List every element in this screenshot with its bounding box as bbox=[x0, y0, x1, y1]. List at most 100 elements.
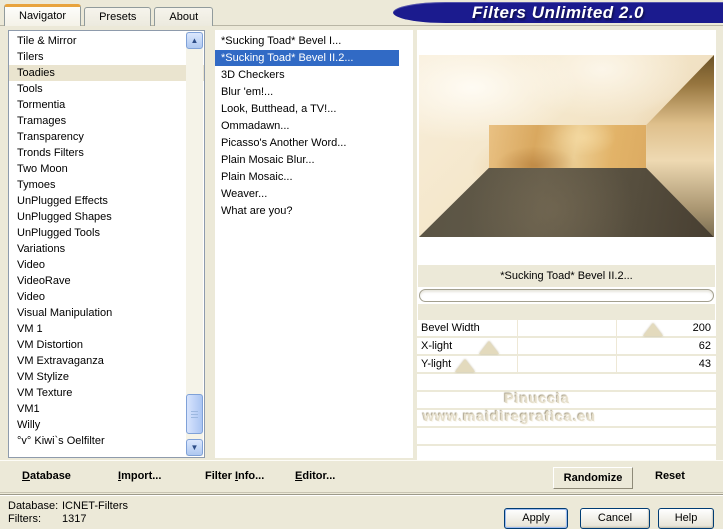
slider-row[interactable]: Bevel Width 200 bbox=[417, 320, 716, 338]
cancel-button[interactable]: Cancel bbox=[580, 508, 650, 529]
progress-bar bbox=[419, 289, 714, 302]
category-item[interactable]: UnPlugged Tools bbox=[9, 225, 204, 241]
watermark-url: www.maidiregrafica.eu bbox=[423, 408, 596, 424]
empty-row bbox=[417, 428, 716, 446]
category-item[interactable]: Transparency bbox=[9, 129, 204, 145]
panel-spacer bbox=[418, 304, 715, 320]
tab-presets[interactable]: Presets bbox=[84, 7, 152, 26]
filter-item[interactable]: Plain Mosaic Blur... bbox=[215, 152, 399, 168]
filter-info-pre: Filter bbox=[205, 470, 235, 482]
slider-row[interactable]: Y-light 43 bbox=[417, 356, 716, 374]
slider-value: 200 bbox=[692, 322, 711, 334]
category-item[interactable]: VideoRave bbox=[9, 273, 204, 289]
slider-label: Y-light bbox=[421, 358, 452, 370]
category-item[interactable]: UnPlugged Effects bbox=[9, 193, 204, 209]
category-item[interactable]: VM1 bbox=[9, 401, 204, 417]
category-item[interactable]: Tramages bbox=[9, 113, 204, 129]
category-item[interactable]: VM Stylize bbox=[9, 369, 204, 385]
slider-row[interactable]: X-light 62 bbox=[417, 338, 716, 356]
tab-strip: Navigator Presets About bbox=[4, 4, 216, 26]
filter-item[interactable]: Plain Mosaic... bbox=[215, 169, 399, 185]
category-item[interactable]: Visual Manipulation bbox=[9, 305, 204, 321]
category-item[interactable]: UnPlugged Shapes bbox=[9, 209, 204, 225]
slider-tick bbox=[616, 320, 618, 336]
slider-label: X-light bbox=[421, 340, 453, 352]
slider-tick bbox=[616, 356, 618, 372]
slider-value: 43 bbox=[698, 358, 711, 370]
category-item[interactable]: VM Extravaganza bbox=[9, 353, 204, 369]
slider-tick bbox=[516, 356, 518, 372]
help-button[interactable]: Help bbox=[658, 508, 714, 529]
filter-item[interactable]: *Sucking Toad* Bevel I... bbox=[215, 33, 399, 49]
action-strip: Database Import... Filter Info... Editor… bbox=[0, 460, 723, 493]
slider-label: Bevel Width bbox=[421, 322, 480, 334]
status-bar: Database: ICNET-Filters Filters: 1317 Appl… bbox=[0, 494, 723, 529]
slider-value: 62 bbox=[698, 340, 711, 352]
category-item[interactable]: Tilers bbox=[9, 49, 204, 65]
randomize-button[interactable]: Randomize bbox=[553, 467, 633, 489]
app-title-banner: Filters Unlimited 2.0 bbox=[393, 2, 723, 23]
category-item[interactable]: Video bbox=[9, 257, 204, 273]
filter-item[interactable]: 3D Checkers bbox=[215, 67, 399, 83]
category-item[interactable]: VM Texture bbox=[9, 385, 204, 401]
filter-item[interactable]: *Sucking Toad* Bevel II.2... bbox=[215, 50, 399, 66]
filters-count-label: Filters: bbox=[8, 513, 41, 525]
database-hotkey: D bbox=[22, 470, 30, 482]
import-button[interactable]: Import... bbox=[118, 470, 161, 482]
category-item[interactable]: Willy bbox=[9, 417, 204, 433]
tab-about[interactable]: About bbox=[154, 7, 214, 26]
filter-item[interactable]: Blur 'em!... bbox=[215, 84, 399, 100]
category-item[interactable]: Tormentia bbox=[9, 97, 204, 113]
filters-count-value: 1317 bbox=[62, 513, 87, 525]
filter-list[interactable]: *Sucking Toad* Bevel I... *Sucking Toad* … bbox=[215, 30, 413, 458]
scroll-down-icon[interactable]: ▼ bbox=[186, 439, 203, 456]
preview-bevel-center bbox=[488, 125, 647, 168]
database-label: atabase bbox=[29, 470, 71, 482]
category-item[interactable]: Tools bbox=[9, 81, 204, 97]
category-item[interactable]: Tronds Filters bbox=[9, 145, 204, 161]
slider-group: Bevel Width 200 X-light 62 Y-light 43 bbox=[417, 320, 716, 374]
database-status-value: ICNET-Filters bbox=[62, 500, 128, 512]
preview-panel: *Sucking Toad* Bevel II.2... Bevel Width… bbox=[417, 30, 716, 480]
filter-item[interactable]: Picasso's Another Word... bbox=[215, 135, 399, 151]
category-item[interactable]: VM Distortion bbox=[9, 337, 204, 353]
slider-tick bbox=[616, 338, 618, 354]
scrollbar-thumb[interactable] bbox=[186, 394, 203, 434]
category-item[interactable]: °v° Kiwi`s Oelfilter bbox=[9, 433, 204, 449]
slider-thumb[interactable] bbox=[478, 341, 499, 354]
filter-info-label: nfo... bbox=[238, 470, 265, 482]
category-list[interactable]: Tile & Mirror Tilers Toadies Tools Tormentia… bbox=[8, 30, 205, 458]
scroll-up-icon[interactable]: ▲ bbox=[186, 32, 203, 49]
filter-preview-image bbox=[419, 55, 714, 237]
editor-label: ditor... bbox=[302, 470, 336, 482]
filter-item[interactable]: Weaver... bbox=[215, 186, 399, 202]
watermark-author: Pinuccia bbox=[504, 390, 570, 406]
filters-unlimited-dialog: Navigator Presets About Filters Unlimite… bbox=[0, 0, 723, 529]
category-item[interactable]: Tymoes bbox=[9, 177, 204, 193]
database-button[interactable]: Database bbox=[22, 470, 71, 482]
filter-item[interactable]: Ommadawn... bbox=[215, 118, 399, 134]
category-item[interactable]: Toadies bbox=[9, 65, 204, 81]
database-status-label: Database: bbox=[8, 500, 59, 512]
apply-button[interactable]: Apply bbox=[504, 508, 568, 529]
slider-tick bbox=[516, 320, 518, 336]
filter-info-button[interactable]: Filter Info... bbox=[205, 470, 264, 482]
tab-navigator[interactable]: Navigator bbox=[4, 4, 82, 26]
filter-item[interactable]: Look, Butthead, a TV!... bbox=[215, 101, 399, 117]
category-item[interactable]: Two Moon bbox=[9, 161, 204, 177]
category-item[interactable]: Video bbox=[9, 289, 204, 305]
status-text: Database: ICNET-Filters Filters: 1317 bbox=[8, 500, 128, 526]
category-item[interactable]: VM 1 bbox=[9, 321, 204, 337]
filter-item[interactable]: What are you? bbox=[215, 203, 399, 219]
editor-button[interactable]: Editor... bbox=[295, 470, 335, 482]
category-rows: Tile & Mirror Tilers Toadies Tools Tormentia… bbox=[9, 31, 204, 449]
import-label: mport... bbox=[121, 470, 162, 482]
slider-tick bbox=[516, 338, 518, 354]
category-item[interactable]: Tile & Mirror bbox=[9, 33, 204, 49]
slider-thumb[interactable] bbox=[643, 323, 664, 336]
category-scrollbar[interactable]: ▲ ▼ bbox=[186, 32, 203, 456]
reset-button[interactable]: Reset bbox=[655, 470, 685, 482]
selected-filter-label: *Sucking Toad* Bevel II.2... bbox=[418, 265, 715, 287]
slider-thumb[interactable] bbox=[454, 359, 475, 372]
category-item[interactable]: Variations bbox=[9, 241, 204, 257]
